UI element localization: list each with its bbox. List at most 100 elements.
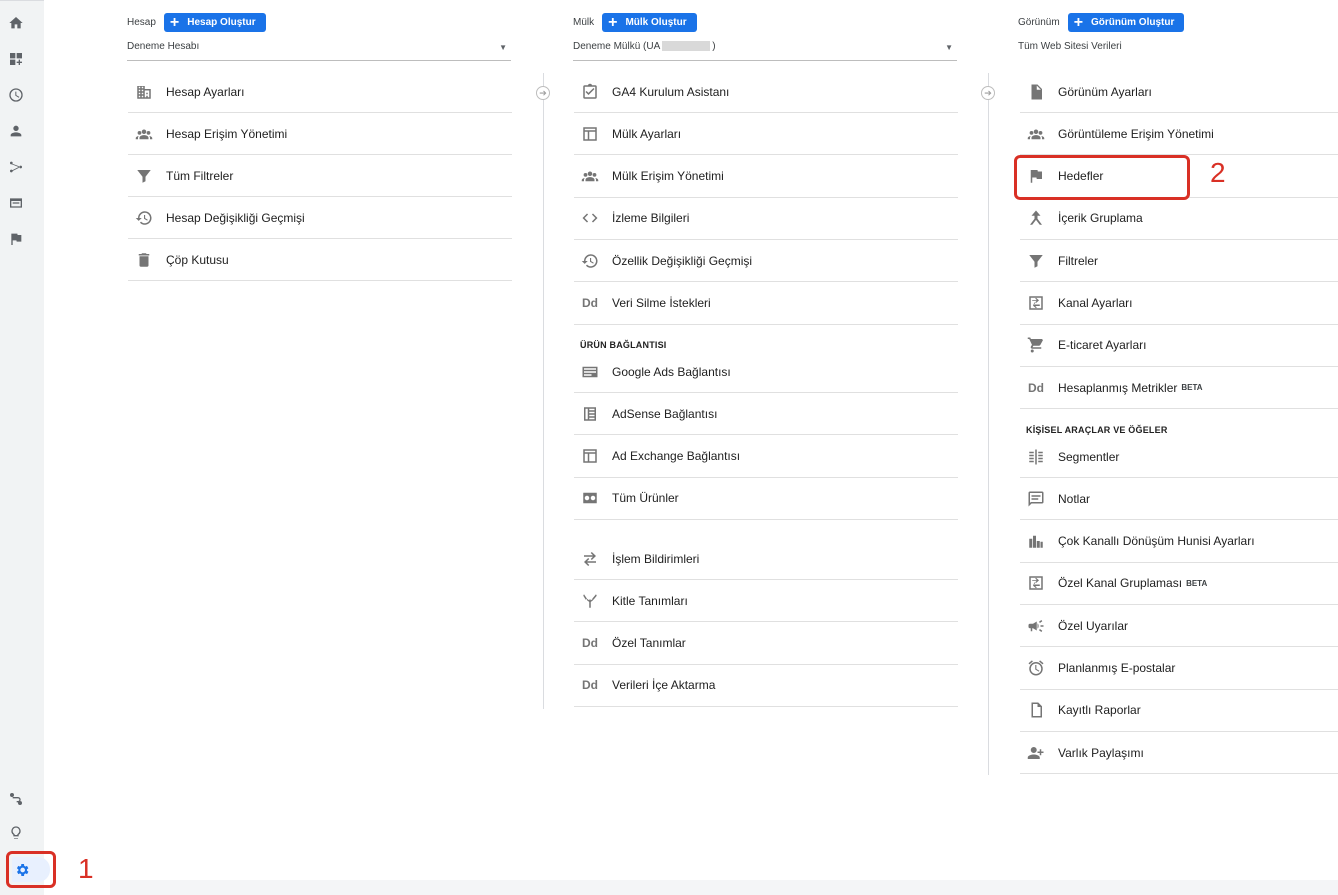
menu-item[interactable]: Kitle Tanımları — [574, 580, 958, 623]
menu-item[interactable]: Dd Özel Tanımlar — [574, 623, 958, 665]
menu-item[interactable]: Google Ads Bağlantısı — [574, 351, 958, 393]
menu-item[interactable]: Ad Exchange Bağlantısı — [574, 436, 958, 478]
cart-icon — [1027, 337, 1043, 353]
menu-item[interactable]: Hesap Erişim Yönetimi — [128, 113, 512, 155]
home-icon[interactable] — [6, 13, 26, 33]
menu-item[interactable]: Filtreler — [1020, 240, 1338, 283]
menu-item-icon: Dd — [580, 675, 600, 695]
menu-item[interactable]: GA4 Kurulum Asistanı — [574, 71, 958, 113]
menu-item[interactable]: Planlanmış E-postalar — [1020, 648, 1338, 690]
menu-item[interactable]: İşlem Bildirimleri — [574, 538, 958, 580]
create-view-button[interactable]: + Görünüm Oluştur — [1067, 13, 1185, 32]
menu-item-label: İçerik Gruplama — [1058, 211, 1143, 226]
property-selected-suffix: ) — [712, 41, 716, 52]
menu-item-icon — [1026, 743, 1046, 763]
menu-item-icon — [134, 166, 154, 186]
menu-item-icon — [580, 549, 600, 569]
menu-item-icon — [580, 166, 600, 186]
menu-item-label: Özel Tanımlar — [612, 636, 686, 651]
menu-item[interactable]: Kanal Ayarları — [1020, 283, 1338, 325]
menu-item-label: Notlar — [1058, 491, 1091, 506]
menu-item-icon — [134, 250, 154, 270]
customization-icon[interactable] — [6, 49, 26, 69]
menu-item-icon — [580, 591, 600, 611]
menu-item-icon: Dd — [580, 633, 600, 653]
rail-divider — [0, 0, 44, 3]
alarm-icon — [1028, 660, 1044, 676]
menu-item-icon — [134, 124, 154, 144]
menu-item-label: Görüntüleme Erişim Yönetimi — [1058, 126, 1214, 141]
menu-item[interactable]: Notlar — [1020, 478, 1338, 521]
menu-item-icon — [580, 446, 600, 466]
menu-item[interactable]: Mülk Ayarları — [574, 113, 958, 156]
menu-item[interactable]: Özel Uyarılar — [1020, 605, 1338, 648]
plus-icon: + — [1073, 13, 1084, 31]
menu-item[interactable]: AdSense Bağlantısı — [574, 393, 958, 436]
history-icon — [581, 253, 598, 268]
channel-icon — [1029, 296, 1043, 310]
menu-item[interactable]: Çöp Kutusu — [128, 239, 512, 281]
menu-item[interactable]: Varlık Paylaşımı — [1020, 732, 1338, 775]
audience-icon — [583, 594, 597, 608]
menu-item-icon — [1026, 700, 1046, 720]
create-property-button[interactable]: + Mülk Oluştur — [602, 13, 697, 32]
menu-item-icon — [580, 362, 600, 382]
menu-item[interactable]: Özel Kanal Gruplaması BETA — [1020, 563, 1338, 605]
menu-item-icon: Dd — [1026, 378, 1046, 398]
menu-item[interactable]: Çok Kanallı Dönüşüm Hunisi Ayarları — [1020, 521, 1338, 563]
menu-item-icon — [1026, 616, 1046, 636]
menu-item[interactable]: İzleme Bilgileri — [574, 198, 958, 240]
filter-icon — [1029, 254, 1043, 268]
menu-item[interactable]: Tüm Ürünler — [574, 478, 958, 520]
menu-item[interactable]: Hesap Ayarları — [128, 71, 512, 113]
behavior-icon[interactable] — [6, 193, 26, 213]
create-account-button[interactable]: + Hesap Oluştur — [163, 13, 266, 32]
history-icon — [135, 210, 152, 225]
goals-highlight-box — [1014, 155, 1190, 200]
menu-item-label: Ad Exchange Bağlantısı — [612, 449, 741, 464]
acquisition-icon[interactable] — [6, 157, 26, 177]
menu-item-label: İşlem Bildirimleri — [612, 551, 700, 566]
menu-item-label: Mülk Erişim Yönetimi — [612, 169, 724, 184]
document-icon — [1031, 84, 1042, 99]
realtime-clock-icon[interactable] — [6, 85, 26, 105]
grouping-icon — [1030, 210, 1042, 226]
bottom-scroll-strip — [110, 880, 1338, 895]
code-icon — [582, 213, 598, 223]
dd-icon: Dd — [582, 296, 598, 310]
menu-item-label: Hesap Erişim Yönetimi — [166, 126, 288, 141]
menu-item-label: Çok Kanallı Dönüşüm Hunisi Ayarları — [1058, 534, 1255, 549]
people-icon — [581, 171, 599, 182]
menu-item[interactable]: Tüm Filtreler — [128, 155, 512, 197]
menu-item[interactable]: Segmentler — [1020, 436, 1338, 478]
admin-button[interactable] — [12, 857, 50, 882]
conversions-flag-icon[interactable] — [6, 229, 26, 249]
dd-icon: Dd — [582, 636, 598, 651]
link-icon — [583, 493, 597, 504]
menu-item[interactable]: Hesap Değişikliği Geçmişi — [128, 197, 512, 239]
audience-person-icon[interactable] — [6, 121, 26, 141]
menu-item[interactable]: Özellik Değişikliği Geçmişi — [574, 240, 958, 283]
view-selector[interactable]: Tüm Web Sitesi Verileri — [1018, 41, 1338, 61]
attribution-icon[interactable] — [6, 789, 26, 809]
menu-item-label: Kanal Ayarları — [1058, 296, 1133, 310]
view-label: Görünüm — [1018, 17, 1060, 28]
menu-item-label: E-ticaret Ayarları — [1058, 338, 1147, 353]
menu-item[interactable]: Görünüm Ayarları — [1020, 71, 1338, 113]
menu-item[interactable]: Görüntüleme Erişim Yönetimi — [1020, 113, 1338, 156]
chevron-down-icon: ▼ — [945, 43, 953, 52]
discover-lightbulb-icon[interactable] — [6, 823, 26, 843]
property-selector[interactable]: Deneme Mülkü (UA) ▼ — [573, 41, 957, 61]
building-icon — [137, 85, 151, 99]
account-selector[interactable]: Deneme Hesabı ▼ — [127, 41, 511, 61]
menu-item[interactable]: İçerik Gruplama — [1020, 198, 1338, 240]
menu-item[interactable]: Dd Veri Silme İstekleri — [574, 283, 958, 325]
filter-icon — [137, 169, 151, 183]
people-icon — [135, 129, 153, 139]
menu-item[interactable]: Dd Verileri İçe Aktarma — [574, 665, 958, 707]
menu-item-icon — [1026, 658, 1046, 678]
menu-item[interactable]: Dd Hesaplanmış Metrikler BETA — [1020, 367, 1338, 410]
menu-item[interactable]: E-ticaret Ayarları — [1020, 325, 1338, 367]
menu-item[interactable]: Mülk Erişim Yönetimi — [574, 156, 958, 198]
menu-item[interactable]: Kayıtlı Raporlar — [1020, 690, 1338, 732]
